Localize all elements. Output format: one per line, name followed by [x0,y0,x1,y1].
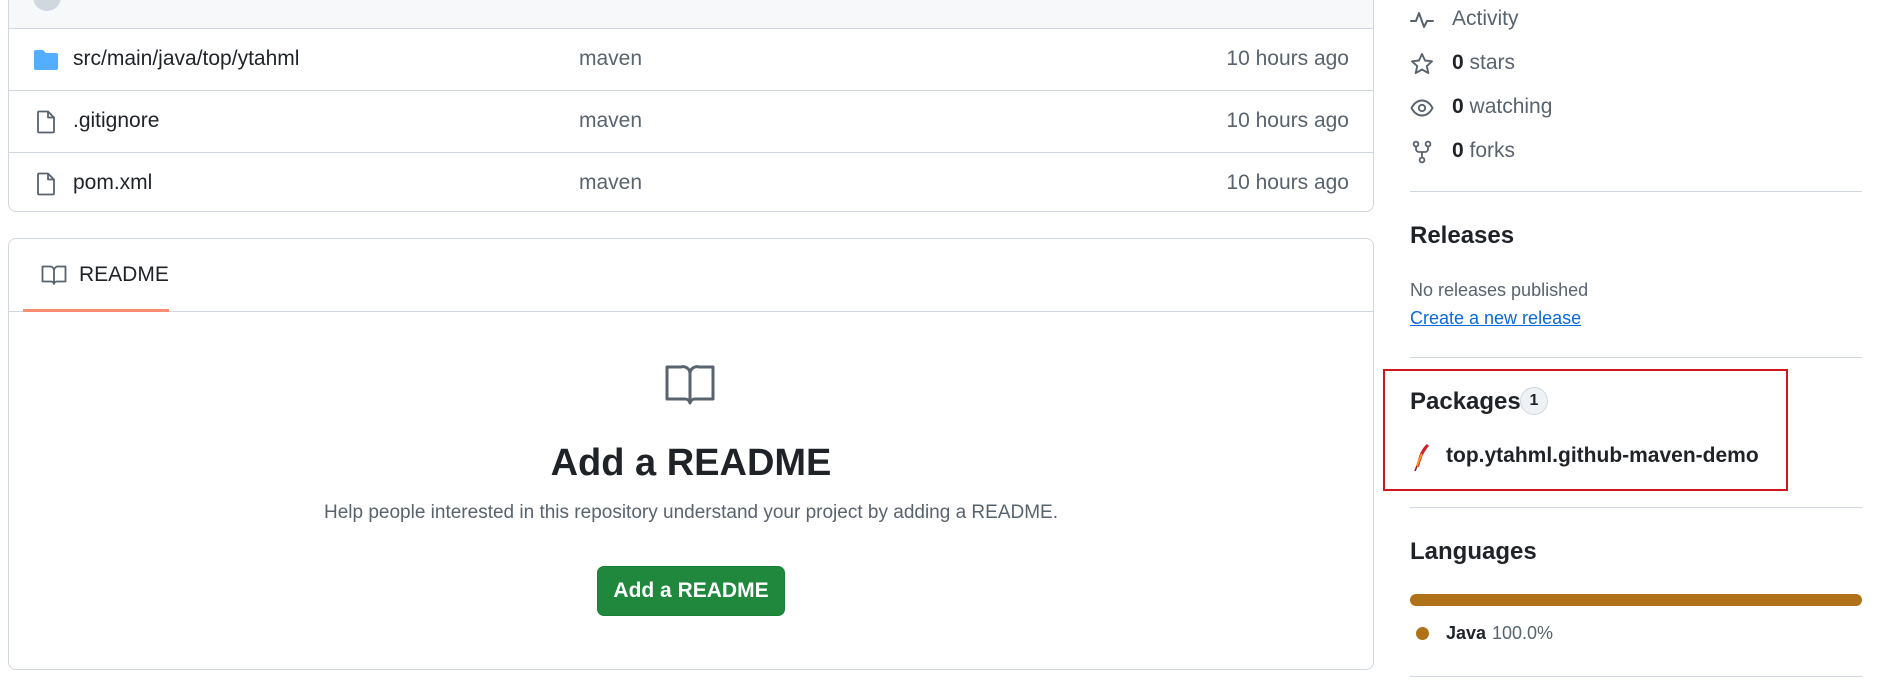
stars-link[interactable]: 0 stars [1410,48,1810,78]
file-row-gitignore[interactable]: .gitignore maven 10 hours ago [9,91,1373,153]
file-list: src/main/java/top/ytahml maven 10 hours … [8,0,1374,212]
language-name[interactable]: Java [1446,623,1486,644]
stars-label: stars [1469,51,1516,74]
watching-link[interactable]: 0 watching [1410,92,1810,122]
pulse-icon [1410,12,1434,28]
divider [1410,357,1862,358]
folder-icon [34,50,58,70]
latest-commit-bar [9,0,1373,29]
forks-label: forks [1469,139,1516,162]
releases-heading[interactable]: Releases [1410,222,1514,250]
empty-state-description: Help people interested in this repositor… [323,502,1058,523]
no-releases-text: No releases published [1410,280,1589,300]
commit-message[interactable]: maven [579,171,642,195]
forks-count: 0 [1452,139,1464,162]
file-row-folder[interactable]: src/main/java/top/ytahml maven 10 hours … [9,29,1373,91]
readme-tab-bar: README [9,239,1373,312]
file-name[interactable]: .gitignore [73,109,159,133]
divider [1410,191,1862,192]
eye-icon [1410,99,1434,117]
forks-link[interactable]: 0 forks [1410,136,1810,166]
repo-sidebar: Activity 0 stars 0 watching 0 forks Rele… [1410,0,1862,693]
divider [1410,507,1862,508]
activity-label: Activity [1452,7,1519,30]
watching-label: watching [1469,95,1553,118]
languages-heading: Languages [1410,538,1537,565]
language-bar [1410,594,1862,606]
empty-state-title: Add a README [550,442,832,484]
commit-date: 10 hours ago [1226,47,1349,70]
create-release-link[interactable]: Create a new release [1410,308,1581,329]
commit-message[interactable]: maven [579,47,642,71]
file-row-pom[interactable]: pom.xml maven 10 hours ago [9,153,1373,211]
book-icon [41,265,67,285]
packages-highlight-box [1383,369,1788,491]
commit-date: 10 hours ago [1226,109,1349,132]
tab-label: README [79,263,169,286]
file-icon [37,172,55,196]
star-icon [1411,53,1433,75]
language-percent: 100.0% [1492,623,1554,643]
language-color-dot [1416,627,1429,640]
fork-icon [1412,140,1432,164]
readme-panel: README Add a README Help people interest… [8,238,1374,670]
avatar[interactable] [33,0,61,11]
file-icon [37,110,55,134]
add-readme-button[interactable]: Add a README [597,566,785,616]
stars-count: 0 [1452,51,1464,74]
tab-readme[interactable]: README [23,239,169,312]
file-name[interactable]: src/main/java/top/ytahml [73,47,299,71]
file-name[interactable]: pom.xml [73,171,152,195]
commit-message[interactable]: maven [579,109,642,133]
activity-link[interactable]: Activity [1410,4,1810,34]
divider [1410,676,1862,677]
book-icon [665,365,715,405]
watching-count: 0 [1452,95,1464,118]
readme-empty-state: Add a README Help people interested in t… [9,312,1373,669]
commit-date: 10 hours ago [1226,171,1349,194]
